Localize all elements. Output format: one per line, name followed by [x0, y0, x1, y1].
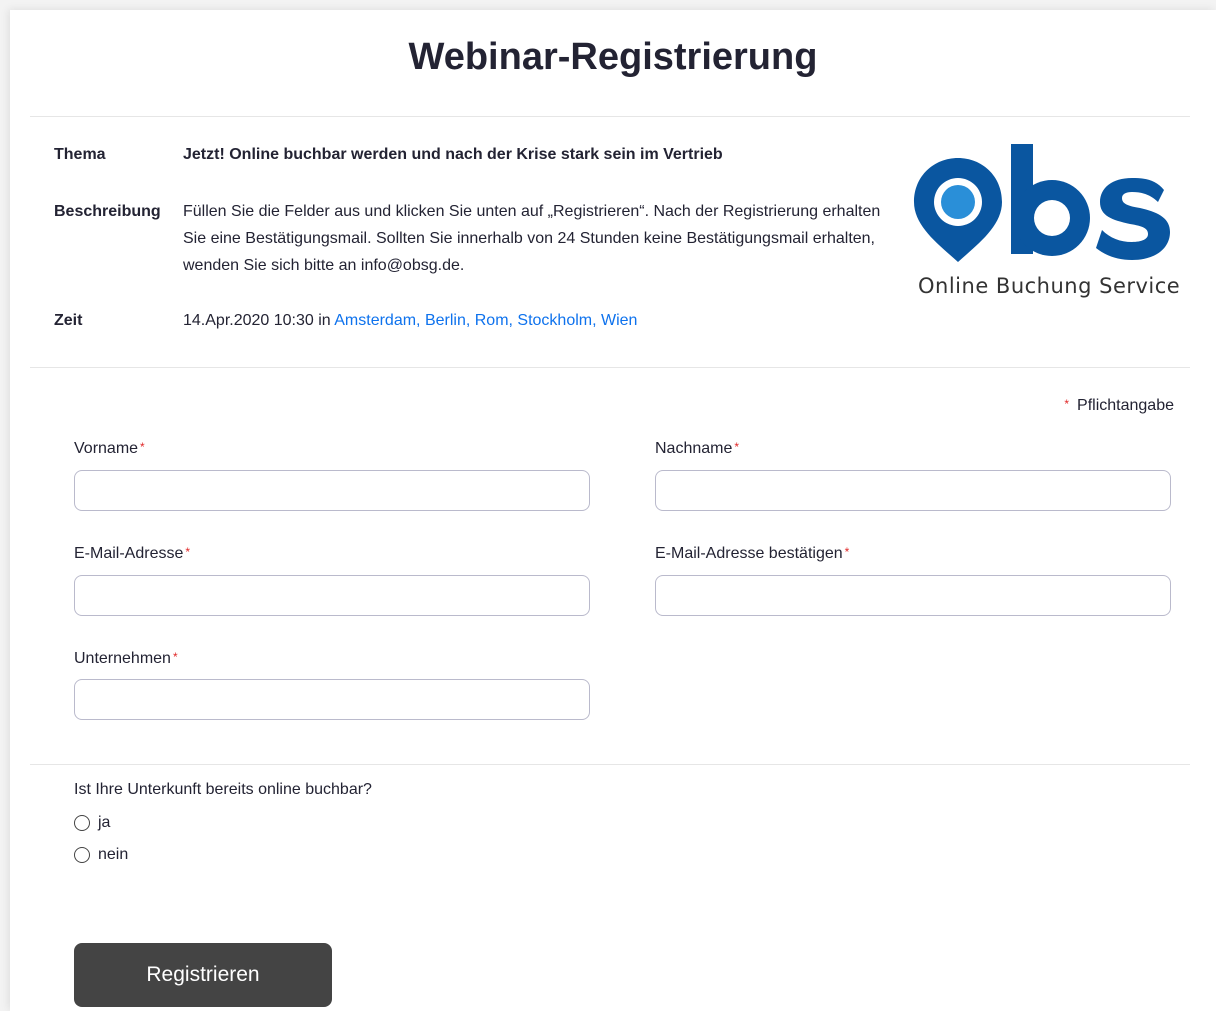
- required-marker: *: [1064, 397, 1070, 411]
- radio-option-label: nein: [98, 846, 129, 863]
- company-label: Unternehmen *: [74, 650, 178, 668]
- required-note-text: Pflichtangabe: [1077, 397, 1174, 414]
- first-name-input[interactable]: [74, 470, 590, 511]
- logo-tagline: Online Buchung Service: [918, 274, 1181, 298]
- email-confirm-label: E-Mail-Adresse bestätigen *: [655, 545, 849, 563]
- company-input[interactable]: [74, 679, 590, 720]
- divider: [30, 764, 1190, 765]
- email-label: E-Mail-Adresse *: [74, 545, 190, 563]
- company-label-text: Unternehmen: [74, 650, 171, 667]
- email-confirm-label-text: E-Mail-Adresse bestätigen: [655, 545, 843, 562]
- radio-button[interactable]: [74, 847, 90, 863]
- radio-option-ja[interactable]: ja: [74, 814, 110, 832]
- page-title: Webinar-Registrierung: [408, 36, 818, 78]
- email-confirm-input[interactable]: [655, 575, 1171, 616]
- email-label-text: E-Mail-Adresse: [74, 545, 184, 562]
- topic-label: Thema: [54, 146, 106, 163]
- description-value: Füllen Sie die Felder aus und klicken Si…: [183, 203, 881, 274]
- required-marker: *: [140, 440, 145, 454]
- required-marker: *: [734, 440, 740, 454]
- registration-card: Webinar-Registrierung Thema Jetzt! Onlin…: [10, 10, 1216, 1011]
- required-note: * Pflichtangabe: [1064, 397, 1174, 415]
- radio-option-label: ja: [98, 814, 111, 831]
- divider: [30, 367, 1190, 368]
- radio-option-nein[interactable]: nein: [74, 846, 128, 864]
- last-name-input[interactable]: [655, 470, 1171, 511]
- question-label: Ist Ihre Unterkunft bereits online buchb…: [74, 781, 372, 798]
- time-text: 14.Apr.2020 10:30 in: [183, 312, 335, 329]
- last-name-label-text: Nachname: [655, 440, 733, 457]
- email-input[interactable]: [74, 575, 590, 616]
- timezone-link[interactable]: Amsterdam, Berlin, Rom, Stockholm, Wien: [334, 312, 637, 329]
- time-value: 14.Apr.2020 10:30 in Amsterdam, Berlin, …: [183, 307, 637, 334]
- topic-value: Jetzt! Online buchbar werden und nach de…: [183, 146, 723, 163]
- last-name-label: Nachname *: [655, 440, 739, 458]
- time-label: Zeit: [54, 312, 83, 329]
- required-marker: *: [172, 650, 178, 664]
- radio-button[interactable]: [74, 815, 90, 831]
- first-name-label: Vorname *: [74, 440, 145, 458]
- required-marker: *: [185, 545, 191, 559]
- first-name-label-text: Vorname: [74, 440, 139, 457]
- description-label: Beschreibung: [54, 203, 161, 220]
- register-button[interactable]: Registrieren: [74, 943, 332, 1007]
- required-marker: *: [844, 545, 850, 559]
- divider: [30, 116, 1190, 117]
